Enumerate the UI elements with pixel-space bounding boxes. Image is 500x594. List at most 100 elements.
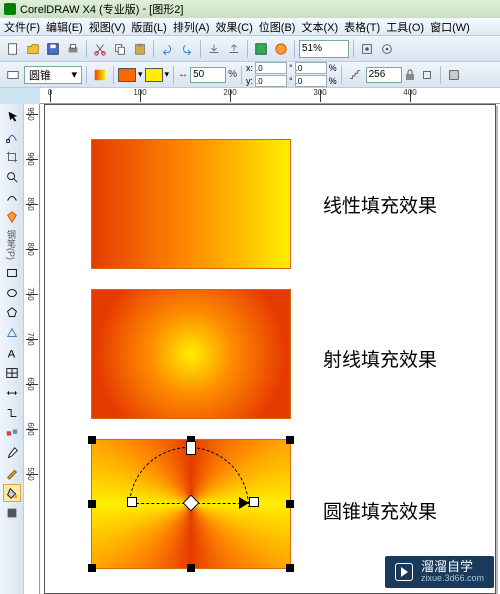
start-color-swatch[interactable] [118, 68, 136, 82]
ruler-horizontal: 0 100 200 300 400 [40, 88, 500, 104]
snap-button[interactable] [358, 40, 376, 58]
radial-gradient-rect[interactable] [91, 289, 291, 419]
menu-file[interactable]: 文件(F) [4, 19, 40, 35]
handle-icon[interactable] [88, 500, 96, 508]
redo-button[interactable] [178, 40, 196, 58]
freehand-tool[interactable] [3, 188, 21, 206]
menu-tools[interactable]: 工具(O) [386, 19, 424, 35]
play-icon [395, 563, 413, 581]
separator [353, 40, 354, 58]
options-button[interactable] [378, 40, 396, 58]
menu-bitmap[interactable]: 位图(B) [259, 19, 296, 35]
caption-conical: 圆锥填充效果 [323, 497, 437, 524]
interactive-fill-tool[interactable] [3, 484, 21, 502]
print-button[interactable] [64, 40, 82, 58]
menu-view[interactable]: 视图(V) [89, 19, 126, 35]
menu-layout[interactable]: 版面(L) [131, 19, 166, 35]
svg-text:A: A [7, 348, 15, 360]
separator [173, 66, 174, 84]
handle-icon[interactable] [187, 436, 195, 444]
property-bar: 圆锥▾ ▾ ▾ ↔ % x:° y:° % % [0, 62, 500, 88]
import-button[interactable] [205, 40, 223, 58]
fill-tool[interactable] [3, 504, 21, 522]
lock-icon[interactable] [404, 66, 416, 84]
dimension-tool[interactable] [3, 384, 21, 402]
app-logo-icon [4, 3, 16, 15]
handle-icon[interactable] [88, 564, 96, 572]
copy-button[interactable] [111, 40, 129, 58]
menu-arrange[interactable]: 排列(A) [173, 19, 210, 35]
save-button[interactable] [44, 40, 62, 58]
standard-toolbar [0, 36, 500, 62]
text-tool[interactable]: A [3, 344, 21, 362]
copy-props-button[interactable] [418, 66, 436, 84]
pick-tool[interactable] [3, 108, 21, 126]
cut-button[interactable] [91, 40, 109, 58]
midpoint-input[interactable] [190, 67, 226, 83]
fill-type-select[interactable]: 圆锥▾ [24, 66, 82, 84]
new-button[interactable] [4, 40, 22, 58]
conical-gradient-rect[interactable] [91, 439, 291, 569]
apply-button[interactable] [445, 66, 463, 84]
watermark-brand: 溜溜自学 [421, 560, 484, 574]
ellipse-tool[interactable] [3, 284, 21, 302]
paste-button[interactable] [131, 40, 149, 58]
w-pct-input[interactable] [295, 62, 327, 74]
basic-shapes-tool[interactable] [3, 324, 21, 342]
linear-gradient-rect[interactable] [91, 139, 291, 269]
ruler-vertical: 950 900 850 800 750 700 650 600 550 [24, 104, 40, 594]
page: 线性填充效果 射线填充效果 圆锥填充效果 [44, 104, 496, 594]
smart-fill-tool[interactable] [3, 208, 21, 226]
separator [440, 66, 441, 84]
handle-icon[interactable] [286, 500, 294, 508]
app-launcher-button[interactable] [252, 40, 270, 58]
watermark-url: zixue.3d66.com [421, 574, 484, 584]
shape-tool[interactable] [3, 128, 21, 146]
presets-button[interactable] [4, 66, 22, 84]
toolbox: 钢笔(P) A [0, 104, 24, 594]
menu-table[interactable]: 表格(T) [344, 19, 380, 35]
canvas-area[interactable]: 线性填充效果 射线填充效果 圆锥填充效果 [40, 104, 500, 594]
handle-icon[interactable] [88, 436, 96, 444]
end-color-swatch[interactable] [145, 68, 163, 82]
polygon-tool[interactable] [3, 304, 21, 322]
separator [241, 66, 242, 84]
open-button[interactable] [24, 40, 42, 58]
zoom-level-select[interactable] [299, 40, 349, 58]
handle-icon[interactable] [187, 564, 195, 572]
fountain-dialog-button[interactable] [91, 66, 109, 84]
separator [86, 40, 87, 58]
connector-tool[interactable] [3, 404, 21, 422]
handle-icon[interactable] [286, 564, 294, 572]
separator [247, 40, 248, 58]
doc-title: [图形2] [149, 1, 183, 17]
separator [86, 66, 87, 84]
x-input[interactable] [255, 62, 287, 74]
welcome-button[interactable] [272, 40, 290, 58]
rectangle-tool[interactable] [3, 264, 21, 282]
table-tool[interactable] [3, 364, 21, 382]
caption-linear: 线性填充效果 [323, 191, 437, 218]
h-pct-input[interactable] [295, 75, 327, 87]
menu-text[interactable]: 文本(X) [301, 19, 338, 35]
outline-tool[interactable] [3, 464, 21, 482]
undo-button[interactable] [158, 40, 176, 58]
crop-tool[interactable] [3, 148, 21, 166]
separator [113, 66, 114, 84]
menubar: 文件(F) 编辑(E) 视图(V) 版面(L) 排列(A) 效果(C) 位图(B… [0, 18, 500, 36]
separator [341, 66, 342, 84]
pen-tool-label: 钢笔(P) [5, 230, 18, 260]
interactive-blend-tool[interactable] [3, 424, 21, 442]
menu-effects[interactable]: 效果(C) [216, 19, 253, 35]
eyedropper-tool[interactable] [3, 444, 21, 462]
handle-icon[interactable] [286, 436, 294, 444]
steps-input[interactable] [366, 67, 402, 83]
y-input[interactable] [255, 75, 287, 87]
steps-button[interactable] [346, 66, 364, 84]
separator [294, 40, 295, 58]
menu-window[interactable]: 窗口(W) [430, 19, 470, 35]
zoom-tool[interactable] [3, 168, 21, 186]
export-button[interactable] [225, 40, 243, 58]
menu-edit[interactable]: 编辑(E) [46, 19, 83, 35]
app-title: CorelDRAW X4 (专业版) [20, 1, 139, 17]
